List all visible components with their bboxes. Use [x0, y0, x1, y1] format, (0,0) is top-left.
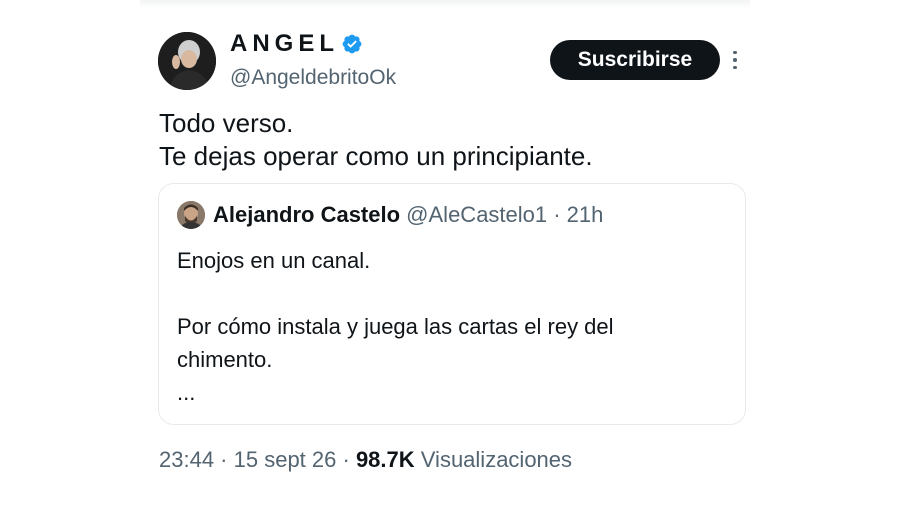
quoted-line: chimento.	[177, 347, 273, 372]
views-count: 98.7K	[355, 447, 415, 472]
author-display-name[interactable]: ANGEL	[230, 30, 339, 58]
quoted-line: ...	[177, 380, 196, 405]
subscribe-button[interactable]: Suscribirse	[550, 40, 720, 80]
quoted-tweet-card[interactable]: Alejandro Castelo @AleCastelo1 · 21h Eno…	[158, 183, 746, 425]
author-name-row: ANGEL	[230, 30, 363, 58]
author-avatar[interactable]	[158, 32, 216, 90]
quoted-author-name[interactable]: Alejandro Castelo	[213, 202, 400, 227]
verified-badge-icon	[342, 34, 362, 54]
quoted-line: Enojos en un canal.	[177, 248, 371, 273]
quoted-line: Por cómo instala y juega las cartas el r…	[177, 314, 614, 339]
quoted-author-meta: @AleCastelo1 · 21h	[406, 202, 604, 227]
quoted-tweet-header: Alejandro Castelo @AleCastelo1 · 21h	[213, 202, 603, 228]
more-vertical-icon[interactable]	[728, 46, 742, 74]
author-handle[interactable]: @AngeldebritoOk	[230, 66, 396, 90]
tweet-text: Todo verso. Te dejas operar como un prin…	[159, 107, 593, 173]
top-edge-strip	[140, 0, 750, 8]
quoted-tweet-body: Enojos en un canal. Por cómo instala y j…	[177, 244, 614, 409]
tweet-line: Te dejas operar como un principiante.	[159, 141, 593, 171]
tweet-line: Todo verso.	[159, 108, 294, 138]
tweet-date[interactable]: 15 sept 26	[234, 447, 337, 472]
quoted-author-avatar[interactable]	[177, 201, 205, 229]
views-label: Visualizaciones	[420, 447, 573, 472]
tweet-time[interactable]: 23:44	[159, 447, 214, 472]
tweet-metadata: 23:44 · 15 sept 26 · 98.7K Visualizacion…	[159, 447, 573, 472]
